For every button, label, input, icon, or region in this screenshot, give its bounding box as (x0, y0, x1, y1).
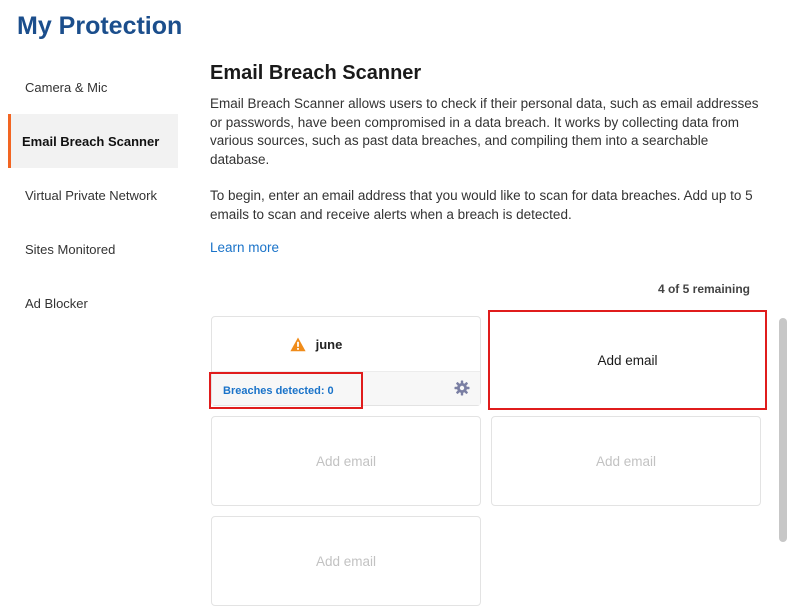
page-title: Email Breach Scanner (210, 62, 422, 84)
main-content: Email Breach Scanner Email Breach Scanne… (210, 62, 762, 257)
sidebar-item-sites-monitored[interactable]: Sites Monitored (8, 222, 178, 276)
warning-icon (290, 337, 306, 352)
sidebar-item-camera-mic[interactable]: Camera & Mic (8, 60, 178, 114)
add-email-slot[interactable]: Add email (491, 416, 761, 506)
app-title: My Protection (17, 12, 183, 40)
scrollbar[interactable] (779, 318, 787, 542)
sidebar-item-ad-blocker[interactable]: Ad Blocker (8, 276, 178, 330)
gear-icon[interactable] (454, 380, 470, 396)
sidebar: Camera & Mic Email Breach Scanner Virtua… (8, 60, 178, 330)
description-text: Email Breach Scanner allows users to che… (210, 96, 759, 167)
remaining-count: 4 of 5 remaining (657, 282, 750, 296)
add-email-slot[interactable]: Add email (211, 516, 481, 606)
instructions-text: To begin, enter an email address that yo… (210, 188, 753, 222)
email-row: june (212, 317, 480, 372)
add-email-button[interactable]: Add email (488, 310, 767, 410)
add-email-slot[interactable]: Add email (211, 416, 481, 506)
email-name: june (315, 337, 343, 352)
breaches-detected[interactable]: Breaches detected: 0 (209, 372, 363, 409)
sidebar-item-email-breach-scanner[interactable]: Email Breach Scanner (8, 114, 178, 168)
learn-more-link[interactable]: Learn more (210, 240, 279, 255)
sidebar-item-vpn[interactable]: Virtual Private Network (8, 168, 178, 222)
